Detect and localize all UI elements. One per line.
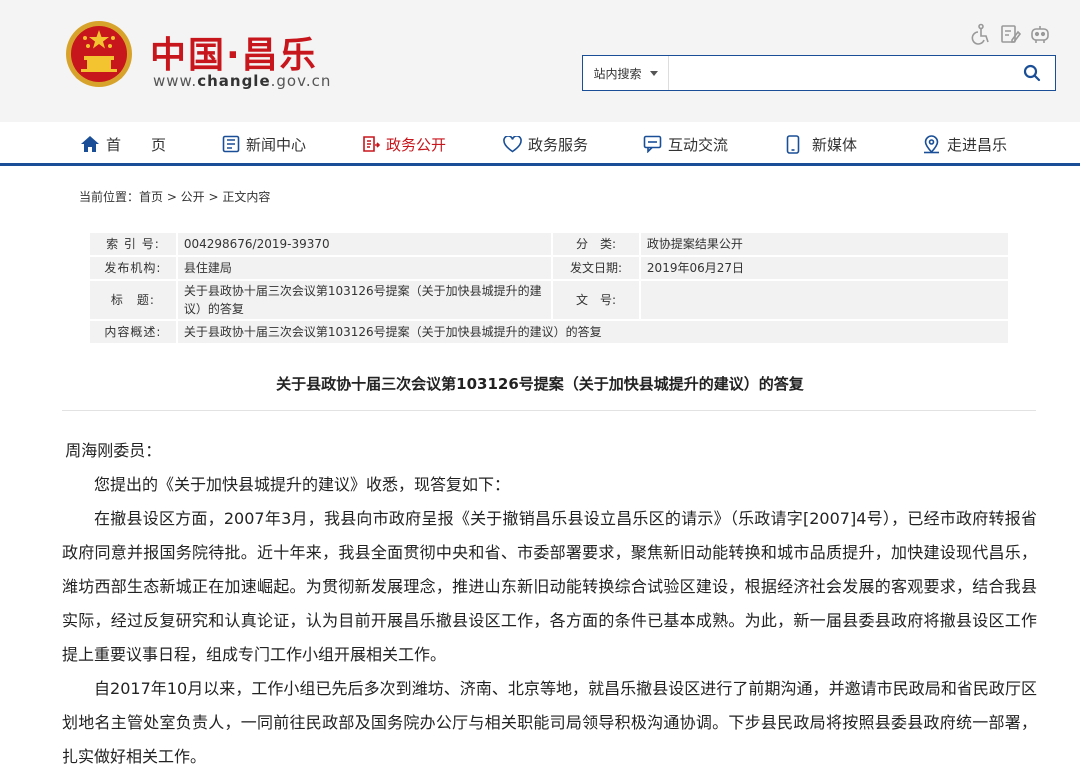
national-emblem-logo[interactable]	[64, 18, 134, 92]
nav-item-label: 政务服务	[528, 135, 589, 154]
nav-item-interaction[interactable]: 互动交流	[643, 122, 728, 166]
meta-row: 标 题: 关于县政协十届三次会议第103126号提案（关于加快县城提升的建 议）…	[88, 279, 1011, 321]
breadcrumb[interactable]: 当前位置：首页 > 公开 > 正文内容	[79, 188, 270, 205]
meta-value-publisher: 县住建局	[175, 255, 554, 281]
document-meta-table: 索 引 号: 004298676/2019-39370 分 类: 政协提案结果公…	[88, 231, 1011, 345]
meta-row: 索 引 号: 004298676/2019-39370 分 类: 政协提案结果公…	[88, 231, 1011, 257]
salutation: 周海刚委员：	[65, 441, 162, 460]
divider	[62, 410, 1036, 411]
body-paragraph: 自2017年10月以来，工作小组已先后多次到潍坊、济南、北京等地，就昌乐撤县设区…	[62, 679, 1037, 766]
accessibility-icon[interactable]	[968, 22, 992, 46]
meta-label: 文 号:	[551, 279, 641, 321]
meta-value-summary: 关于县政协十届三次会议第103126号提案（关于加快县城提升的建议）的答复	[175, 319, 1011, 345]
meta-label: 发文日期:	[551, 255, 641, 281]
site-name[interactable]: 中国·昌乐	[150, 26, 318, 78]
meta-title-line: 议）的答复	[183, 302, 244, 316]
meta-label: 发布机构:	[88, 255, 178, 281]
heart-icon	[503, 135, 522, 152]
document-title: 关于县政协十届三次会议第103126号提案（关于加快县城提升的建议）的答复	[276, 375, 804, 393]
robot-icon[interactable]	[1028, 22, 1052, 46]
nav-item-about[interactable]: 走进昌乐	[922, 122, 1007, 166]
mobile-icon	[786, 134, 800, 154]
nav-item-label: 走进昌乐	[947, 135, 1008, 154]
search-icon	[1023, 64, 1041, 82]
nav-item-gov-service[interactable]: 政务服务	[503, 122, 588, 166]
meta-label: 内容概述:	[88, 319, 178, 345]
search-button[interactable]	[1009, 56, 1055, 90]
nav-item-new-media[interactable]: 新媒体	[786, 122, 857, 166]
meta-label: 标 题:	[88, 279, 178, 321]
site-header: 中国·昌乐 www.changle.gov.cn 站内搜索	[0, 0, 1080, 122]
meta-value-index-no: 004298676/2019-39370	[175, 231, 554, 257]
site-url-domain: changle	[197, 72, 271, 90]
chat-icon	[643, 135, 662, 153]
body-paragraph: 在撤县设区方面，2007年3月，我县向市政府呈报《关于撤销昌乐县设立昌乐区的请示…	[62, 509, 1037, 664]
nav-item-label: 新媒体	[812, 135, 858, 154]
meta-value-date: 2019年06月27日	[638, 255, 1011, 281]
site-url-suffix: .gov.cn	[270, 72, 332, 90]
main-nav: 首 页 新闻中心 政务公开 政务服务 互动交流 新媒体 走进昌乐	[0, 122, 1080, 166]
body-paragraph: 您提出的《关于加快县城提升的建议》收悉，现答复如下：	[94, 475, 511, 494]
site-url-prefix: www.	[153, 72, 198, 90]
meta-label: 索 引 号:	[88, 231, 178, 257]
meta-row: 发布机构: 县住建局 发文日期: 2019年06月27日	[88, 255, 1011, 281]
meta-row: 内容概述: 关于县政协十届三次会议第103126号提案（关于加快县城提升的建议）…	[88, 319, 1011, 345]
nav-item-gov-open[interactable]: 政务公开	[362, 122, 446, 166]
nav-item-news[interactable]: 新闻中心	[222, 122, 306, 166]
search-scope-select[interactable]: 站内搜索	[583, 56, 669, 90]
nav-item-label: 互动交流	[668, 135, 729, 154]
meta-title-line: 关于县政协十届三次会议第103126号提案（关于加快县城提升的建	[183, 284, 542, 298]
search-scope-label: 站内搜索	[593, 66, 642, 81]
nav-item-label: 新闻中心	[246, 135, 307, 154]
chevron-down-icon	[649, 70, 658, 76]
document-body: 周海刚委员： 您提出的《关于加快县城提升的建议》收悉，现答复如下： 在撤县设区方…	[62, 434, 1037, 771]
meta-value-category: 政协提案结果公开	[638, 231, 1011, 257]
news-icon	[222, 135, 240, 153]
edit-icon[interactable]	[998, 22, 1022, 46]
meta-value-title: 关于县政协十届三次会议第103126号提案（关于加快县城提升的建 议）的答复	[175, 279, 554, 321]
gov-open-icon	[363, 136, 380, 152]
home-icon	[81, 136, 99, 152]
top-tools	[968, 22, 1052, 46]
search-input[interactable]	[669, 56, 1009, 90]
meta-value-doc-no	[638, 279, 1011, 321]
nav-item-home[interactable]: 首 页	[80, 122, 166, 166]
meta-label: 分 类:	[551, 231, 641, 257]
nav-item-label: 政务公开	[386, 135, 447, 154]
location-icon	[924, 134, 939, 153]
search-box: 站内搜索	[582, 55, 1056, 91]
nav-item-label: 首 页	[106, 135, 167, 154]
site-url: www.changle.gov.cn	[153, 72, 331, 90]
